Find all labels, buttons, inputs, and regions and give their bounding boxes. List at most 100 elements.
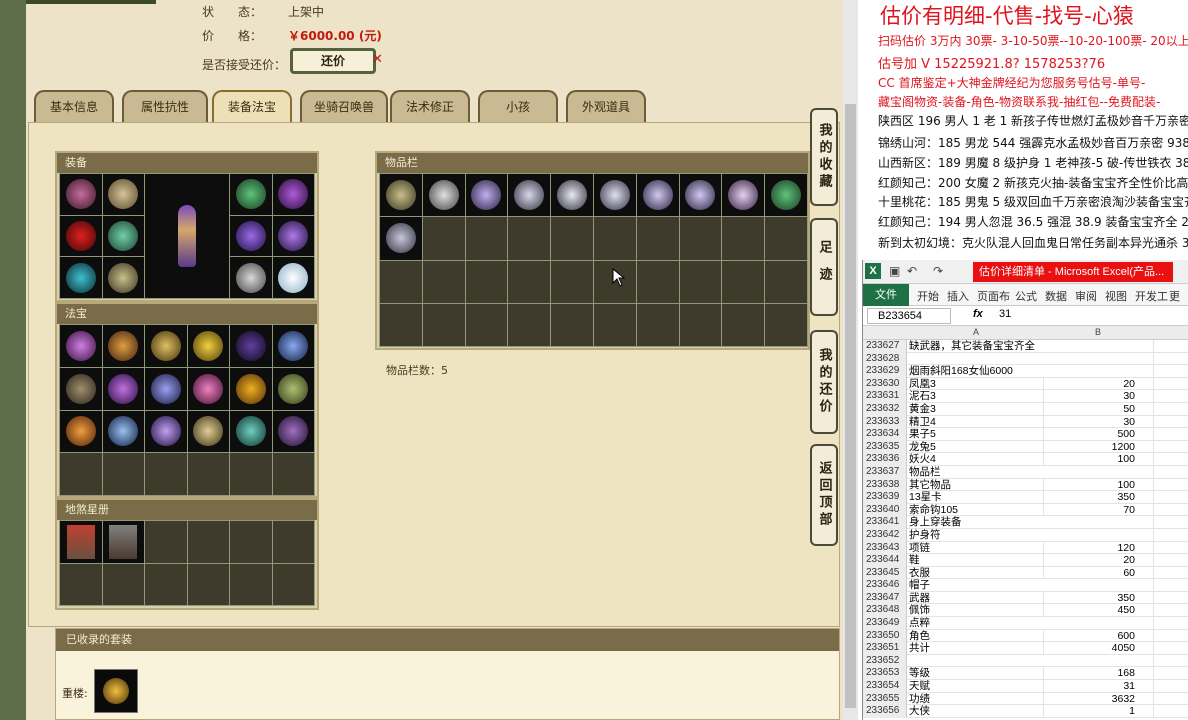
cell-a[interactable]: 护身符 xyxy=(909,529,941,541)
save-icon[interactable]: ▣ xyxy=(889,264,900,278)
cell-a[interactable]: 大侠 xyxy=(909,705,930,717)
equip-slot[interactable] xyxy=(272,174,314,215)
treasure-slot[interactable] xyxy=(60,367,102,410)
row-number[interactable]: 233634 xyxy=(863,428,907,441)
cell-a[interactable]: 武器 xyxy=(909,592,930,604)
back-to-top-button[interactable]: 返回顶部 xyxy=(810,444,838,546)
equip-slot[interactable] xyxy=(60,174,102,215)
cell-a[interactable]: 等级 xyxy=(909,667,930,679)
cell-c[interactable] xyxy=(1153,617,1188,630)
cell-a[interactable]: 龙兔5 xyxy=(909,441,936,453)
cell-b[interactable]: 60 xyxy=(1043,566,1139,579)
cell-a[interactable]: 缺武器，其它装备宝宝齐全 xyxy=(909,340,1035,352)
inventory-slot[interactable] xyxy=(593,174,636,217)
cell-b[interactable]: 1200 xyxy=(1043,440,1139,453)
cell-c[interactable] xyxy=(1153,591,1188,605)
row-number[interactable]: 233643 xyxy=(863,541,907,555)
cell-c[interactable] xyxy=(1153,402,1188,416)
table-row[interactable]: 233655 功绩 3632 xyxy=(863,692,1188,706)
ribbon-tab-page-layout[interactable]: 页面布 xyxy=(977,288,1010,304)
inventory-slot[interactable] xyxy=(765,174,807,217)
equip-slot[interactable] xyxy=(60,215,102,257)
suit-item[interactable] xyxy=(94,669,138,713)
cell-a[interactable]: 帽子 xyxy=(909,579,930,591)
footprints-button[interactable]: 足迹 xyxy=(810,218,838,316)
equip-slot[interactable] xyxy=(230,174,272,215)
cell-b[interactable]: 31 xyxy=(1043,680,1139,693)
cell-c[interactable] xyxy=(1153,654,1188,668)
cell-b[interactable]: 600 xyxy=(1043,629,1139,642)
table-row[interactable]: 233629 烟雨斜阳168女仙6000 xyxy=(863,365,1188,378)
cell-a[interactable]: 凤凰3 xyxy=(909,378,936,390)
cell-b[interactable]: 120 xyxy=(1043,541,1139,554)
cell-a[interactable]: 佩饰 xyxy=(909,604,930,616)
cell-a[interactable]: 身上穿装备 xyxy=(909,516,962,528)
treasure-slot[interactable] xyxy=(187,410,229,453)
inventory-slot[interactable] xyxy=(508,174,551,217)
cell-c[interactable] xyxy=(1153,667,1188,681)
cell-b[interactable]: 20 xyxy=(1043,377,1139,390)
cell-a[interactable]: 物品栏 xyxy=(909,466,941,478)
treasure-slot[interactable] xyxy=(230,410,272,453)
tab-spell-correction[interactable]: 法术修正 xyxy=(390,90,470,122)
inventory-slot[interactable] xyxy=(380,174,422,217)
table-row[interactable]: 233638 其它物品 100 xyxy=(863,478,1188,492)
row-number[interactable]: 233636 xyxy=(863,453,907,466)
row-number[interactable]: 233639 xyxy=(863,491,907,504)
table-row[interactable]: 233645 衣服 60 xyxy=(863,566,1188,580)
table-row[interactable]: 233633 精卫4 30 xyxy=(863,415,1188,429)
row-number[interactable]: 233650 xyxy=(863,629,907,643)
table-row[interactable]: 233627 缺武器，其它装备宝宝齐全 xyxy=(863,340,1188,353)
haggle-button[interactable]: 还价 xyxy=(290,48,376,74)
treasure-slot[interactable] xyxy=(102,325,144,367)
ribbon-tab-view[interactable]: 视图 xyxy=(1105,288,1127,304)
cell-b[interactable]: 4050 xyxy=(1043,642,1139,655)
row-number[interactable]: 233654 xyxy=(863,680,907,693)
cell-b[interactable]: 3632 xyxy=(1043,692,1139,705)
cell-b[interactable]: 500 xyxy=(1043,428,1139,441)
ribbon-tab-data[interactable]: 数据 xyxy=(1045,288,1067,304)
row-number[interactable]: 233632 xyxy=(863,402,907,416)
my-favorites-button[interactable]: 我的收藏 xyxy=(810,108,838,206)
inventory-slot[interactable] xyxy=(551,174,593,217)
cell-c[interactable] xyxy=(1153,692,1188,706)
close-x-icon[interactable]: ✕ xyxy=(372,52,383,67)
name-box[interactable]: B233654 xyxy=(867,308,951,324)
cell-a[interactable]: 天赋 xyxy=(909,680,930,692)
table-row[interactable]: 233643 项链 120 xyxy=(863,541,1188,555)
row-number[interactable]: 233649 xyxy=(863,617,907,630)
treasure-slot[interactable] xyxy=(60,325,102,367)
cell-a[interactable]: 其它物品 xyxy=(909,479,951,491)
page-scrollbar[interactable] xyxy=(843,0,858,720)
cell-a[interactable]: 果子5 xyxy=(909,428,936,440)
row-number[interactable]: 233645 xyxy=(863,566,907,580)
equip-slot[interactable] xyxy=(102,174,144,215)
cell-b[interactable]: 350 xyxy=(1043,491,1139,504)
row-number[interactable]: 233646 xyxy=(863,579,907,592)
cell-a[interactable]: 角色 xyxy=(909,630,930,642)
table-row[interactable]: 233646 帽子 xyxy=(863,579,1188,592)
tab-basic-info[interactable]: 基本信息 xyxy=(34,90,114,122)
table-row[interactable]: 233652 xyxy=(863,654,1188,668)
row-number[interactable]: 233627 xyxy=(863,340,907,353)
equip-slot[interactable] xyxy=(60,257,102,298)
cell-c[interactable] xyxy=(1153,554,1188,567)
cell-c[interactable] xyxy=(1153,680,1188,693)
column-header-b[interactable]: B xyxy=(1095,327,1101,337)
cell-c[interactable] xyxy=(1153,491,1188,504)
table-row[interactable]: 233640 索命钩105 70 xyxy=(863,503,1188,517)
treasure-slot[interactable] xyxy=(187,325,229,367)
scroll-thumb[interactable] xyxy=(845,104,856,708)
formula-input[interactable]: 31 xyxy=(999,308,1011,320)
row-number[interactable]: 233648 xyxy=(863,604,907,618)
cell-a[interactable]: 共计 xyxy=(909,642,930,654)
cell-b[interactable]: 70 xyxy=(1043,503,1139,516)
cell-c[interactable] xyxy=(1153,541,1188,555)
equip-slot[interactable] xyxy=(272,215,314,257)
cell-c[interactable] xyxy=(1153,705,1188,718)
my-offers-button[interactable]: 我的还价 xyxy=(810,330,838,434)
cell-c[interactable] xyxy=(1153,629,1188,643)
excel-file-tab[interactable]: 文件 xyxy=(863,284,909,306)
cell-a[interactable]: 功绩 xyxy=(909,693,930,705)
row-number[interactable]: 233629 xyxy=(863,365,907,378)
